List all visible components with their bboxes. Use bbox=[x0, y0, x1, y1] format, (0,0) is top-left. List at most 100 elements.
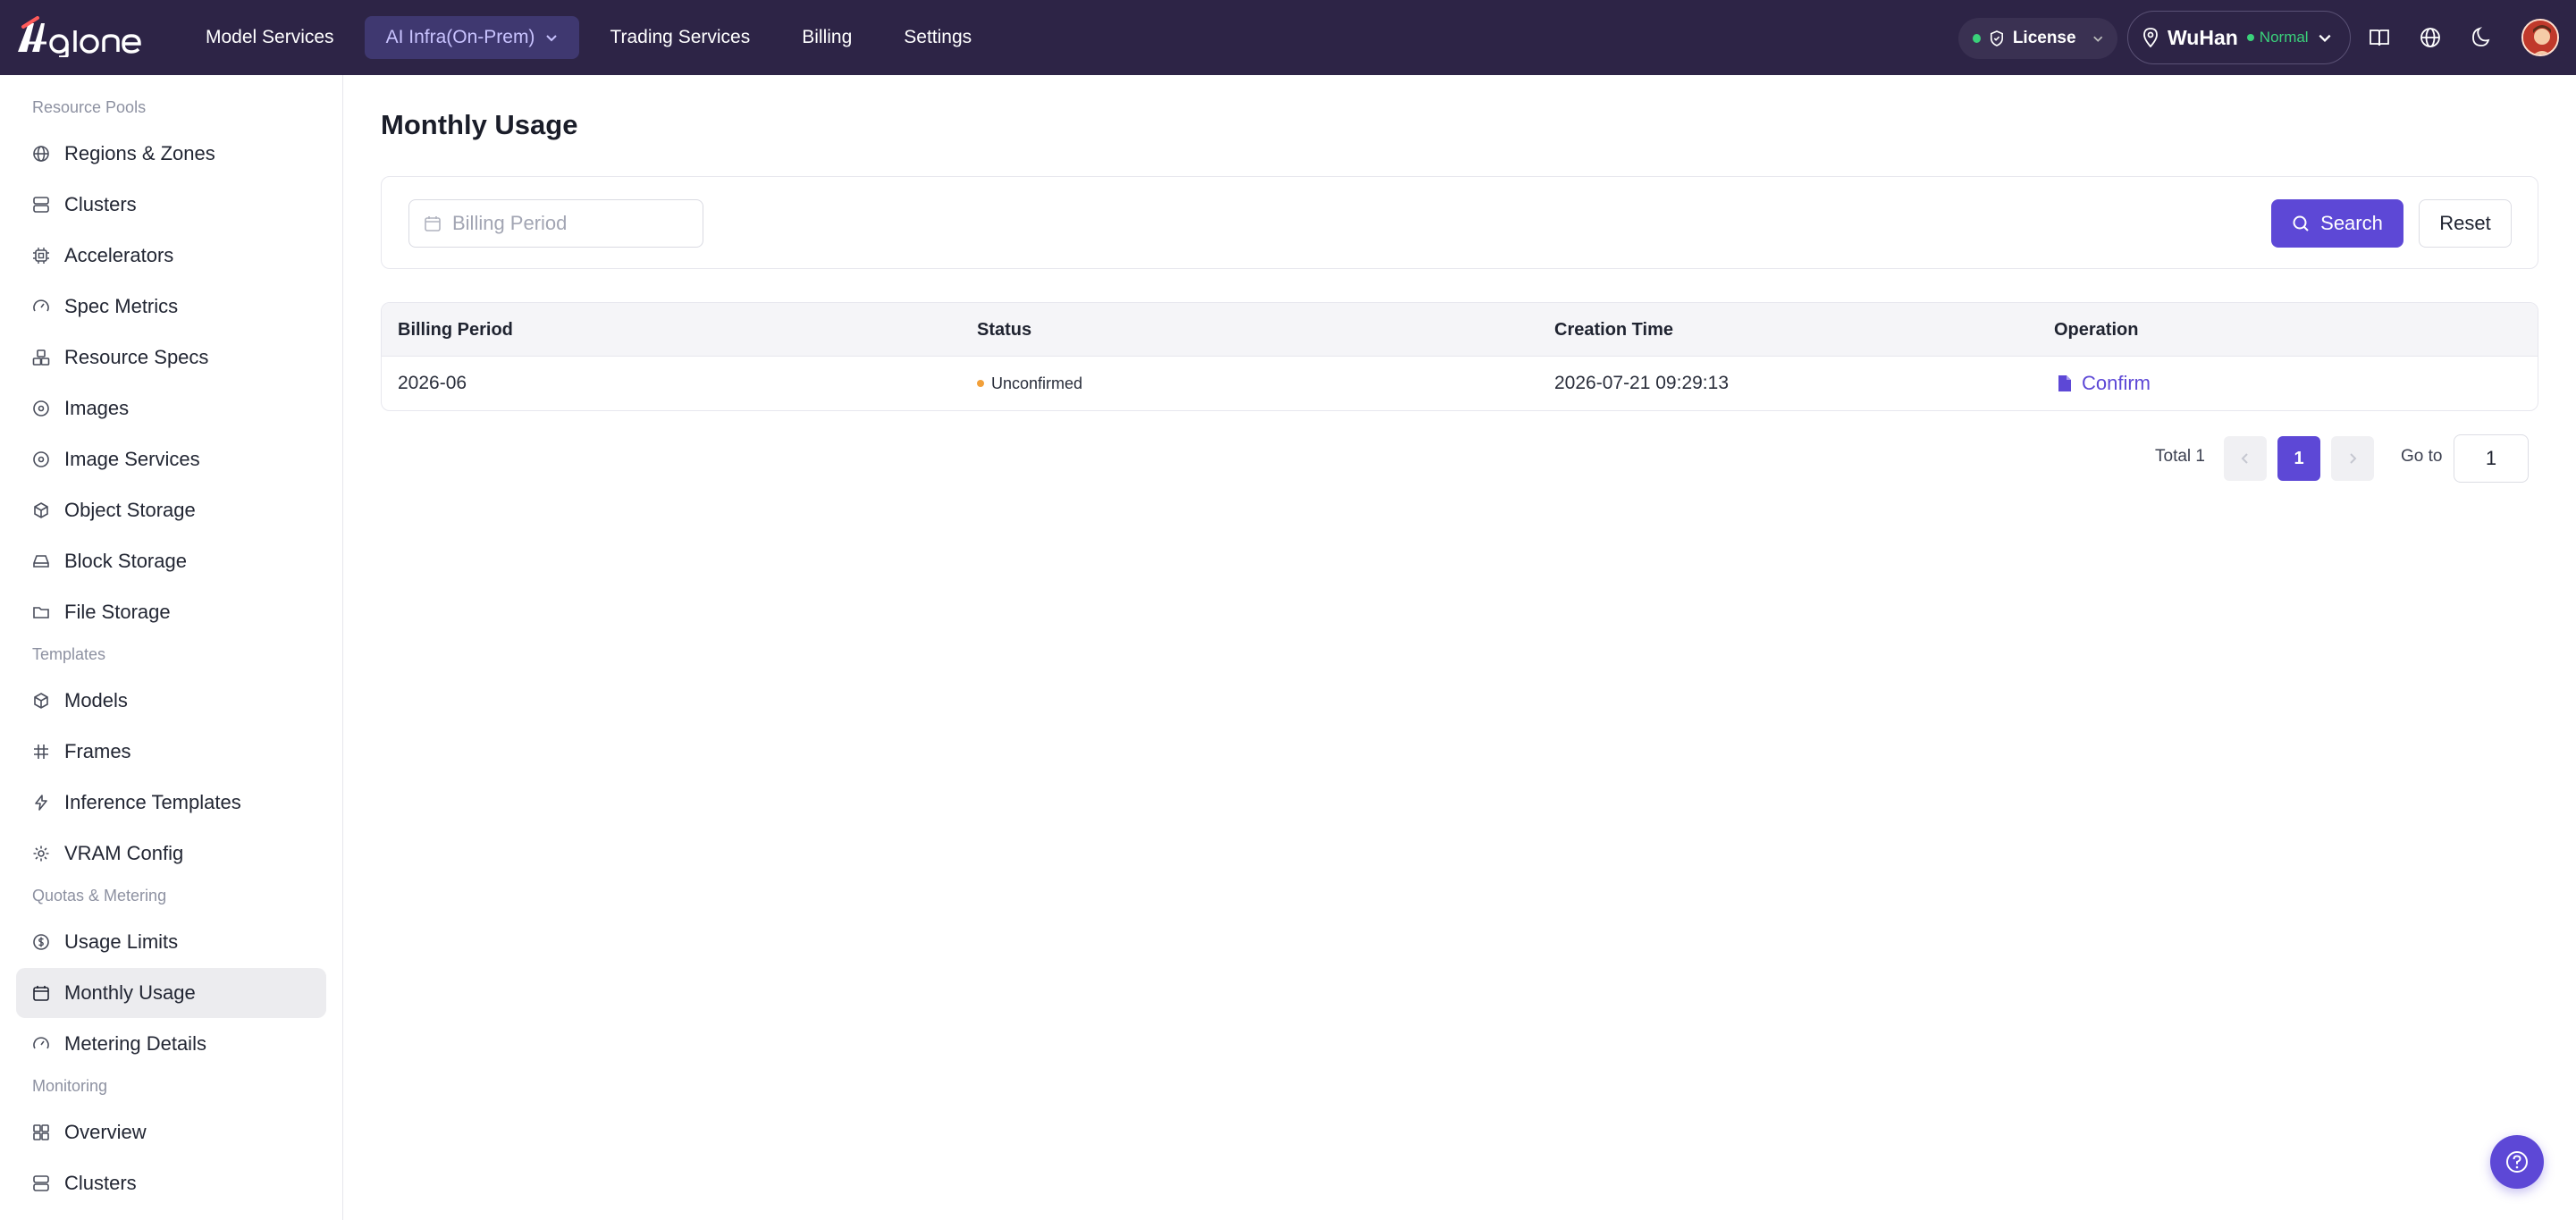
sidebar-item-label: Clusters bbox=[64, 193, 137, 215]
nav-model-services[interactable]: Model Services bbox=[184, 16, 356, 59]
nav-label: Trading Services bbox=[610, 27, 751, 47]
sidebar-item-frames[interactable]: Frames bbox=[16, 727, 326, 777]
sidebar-item-resource-specs[interactable]: Resource Specs bbox=[16, 332, 326, 383]
next-page-button[interactable] bbox=[2331, 436, 2374, 481]
sidebar-item-metering-details[interactable]: Metering Details bbox=[16, 1019, 326, 1069]
license-button[interactable]: License bbox=[1958, 18, 2117, 59]
coin-icon bbox=[33, 934, 49, 950]
sidebar-section-resource-pools: Resource Pools bbox=[32, 98, 147, 116]
sidebar-item-overview[interactable]: Overview bbox=[16, 1107, 326, 1157]
drive-icon bbox=[33, 555, 49, 568]
sidebar-item-models[interactable]: Models bbox=[16, 676, 326, 726]
server-icon bbox=[33, 197, 49, 213]
sidebar-item-regions-zones[interactable]: Regions & Zones bbox=[16, 129, 326, 179]
sidebar-item-vram-config[interactable]: VRAM Config bbox=[16, 829, 326, 879]
sidebar-item-label: File Storage bbox=[64, 601, 171, 623]
table-row: 2026-06 Unconfirmed 2026-07-21 09:29:13 … bbox=[382, 357, 2538, 410]
sidebar-item-images[interactable]: Images bbox=[16, 383, 326, 433]
help-button[interactable] bbox=[2490, 1135, 2544, 1189]
goto-label: Go to bbox=[2401, 447, 2443, 466]
region-status-label: Normal bbox=[2259, 29, 2309, 46]
cube-icon bbox=[34, 693, 48, 709]
globe-icon bbox=[33, 146, 49, 162]
sidebar: Resource Pools Regions & Zones Clusters … bbox=[0, 75, 343, 1220]
sidebar-item-usage-limits[interactable]: Usage Limits bbox=[16, 917, 326, 967]
column-header: Operation bbox=[2054, 319, 2139, 340]
sidebar-item-label: Regions & Zones bbox=[64, 142, 215, 164]
pagination: Total 1 1 Go to 1 bbox=[0, 434, 2576, 483]
sidebar-item-label: Overview bbox=[64, 1121, 147, 1143]
docs-icon[interactable] bbox=[2365, 23, 2394, 52]
avatar[interactable] bbox=[2521, 19, 2559, 56]
sidebar-item-label: Frames bbox=[64, 740, 131, 762]
moon-icon[interactable] bbox=[2467, 23, 2496, 52]
sidebar-item-monthly-usage[interactable]: Monthly Usage bbox=[16, 968, 326, 1018]
cube-icon bbox=[34, 502, 48, 518]
sidebar-section-monitoring: Monitoring bbox=[32, 1077, 108, 1095]
sidebar-item-label: Monthly Usage bbox=[64, 981, 196, 1004]
nav-label: AI Infra(On-Prem) bbox=[385, 27, 535, 47]
column-header: Creation Time bbox=[1554, 319, 1673, 340]
chevron-down-icon bbox=[546, 35, 558, 42]
gear-icon bbox=[33, 846, 49, 862]
sidebar-item-label: Inference Templates bbox=[64, 791, 241, 813]
sidebar-item-file-storage[interactable]: File Storage bbox=[16, 587, 326, 637]
sidebar-section-quotas-metering: Quotas & Metering bbox=[32, 887, 167, 904]
cell-creation-time: 2026-07-21 09:29:13 bbox=[1554, 373, 1729, 393]
sidebar-item-clusters[interactable]: Clusters bbox=[16, 180, 326, 230]
sidebar-item-block-storage[interactable]: Block Storage bbox=[16, 536, 326, 586]
column-header: Billing Period bbox=[398, 319, 513, 340]
sidebar-item-monitoring-clusters[interactable]: Clusters bbox=[16, 1158, 326, 1208]
sidebar-item-label: Spec Metrics bbox=[64, 295, 179, 317]
region-name: WuHan bbox=[2168, 25, 2238, 49]
chevron-right-icon bbox=[2350, 453, 2357, 464]
sidebar-item-object-storage[interactable]: Object Storage bbox=[16, 485, 326, 535]
confirm-link[interactable]: Confirm bbox=[2057, 357, 2151, 410]
nav-billing[interactable]: Billing bbox=[780, 16, 873, 59]
billing-period-picker[interactable]: Billing Period bbox=[408, 199, 703, 248]
cell-status: Unconfirmed bbox=[977, 357, 1082, 410]
table-header: Billing Period Status Creation Time Oper… bbox=[382, 303, 2538, 357]
sidebar-item-label: Accelerators bbox=[64, 244, 174, 266]
cell-billing-period: 2026-06 bbox=[398, 373, 467, 393]
sidebar-item-label: Images bbox=[64, 397, 130, 419]
server-icon bbox=[33, 1175, 49, 1191]
search-button[interactable]: Search bbox=[2271, 199, 2403, 248]
nav-trading-services[interactable]: Trading Services bbox=[588, 16, 771, 59]
sidebar-item-label: Metering Details bbox=[64, 1032, 206, 1055]
prev-page-button[interactable] bbox=[2224, 436, 2267, 481]
billing-period-placeholder: Billing Period bbox=[452, 212, 568, 234]
calendar-icon bbox=[33, 986, 49, 1001]
chevron-left-icon bbox=[2241, 453, 2248, 464]
nav-ai-infra[interactable]: AI Infra(On-Prem) bbox=[364, 16, 580, 59]
sidebar-item-label: Clusters bbox=[64, 1172, 137, 1194]
nav-label: Model Services bbox=[206, 27, 334, 47]
license-status-dot bbox=[1973, 34, 1981, 43]
gauge-icon bbox=[33, 1037, 49, 1049]
sidebar-item-label: Object Storage bbox=[64, 499, 196, 521]
search-icon bbox=[2293, 215, 2309, 231]
calendar-icon bbox=[425, 216, 441, 231]
disc-icon bbox=[33, 400, 49, 416]
page-title: Monthly Usage bbox=[381, 109, 578, 140]
chevron-down-icon bbox=[2092, 36, 2102, 42]
chevron-down-icon bbox=[2319, 34, 2331, 43]
bolt-icon bbox=[35, 795, 47, 811]
sidebar-item-label: Resource Specs bbox=[64, 346, 209, 368]
nav-label: Billing bbox=[802, 27, 853, 47]
sidebar-item-accelerators[interactable]: Accelerators bbox=[16, 231, 326, 281]
globe-icon[interactable] bbox=[2416, 23, 2445, 52]
sidebar-item-spec-metrics[interactable]: Spec Metrics bbox=[16, 282, 326, 332]
region-status: Normal bbox=[2246, 29, 2309, 46]
help-icon bbox=[2506, 1151, 2528, 1173]
region-selector[interactable]: WuHan Normal bbox=[2127, 11, 2351, 64]
nav-settings[interactable]: Settings bbox=[882, 16, 993, 59]
sidebar-item-inference-templates[interactable]: Inference Templates bbox=[16, 778, 326, 828]
page-button-current[interactable]: 1 bbox=[2277, 436, 2320, 481]
logo[interactable] bbox=[14, 14, 157, 59]
status-dot bbox=[977, 380, 984, 387]
reset-button[interactable]: Reset bbox=[2419, 199, 2512, 248]
column-header: Status bbox=[977, 319, 1032, 340]
goto-page-input[interactable]: 1 bbox=[2454, 434, 2529, 483]
status-badge: Unconfirmed bbox=[991, 374, 1083, 392]
